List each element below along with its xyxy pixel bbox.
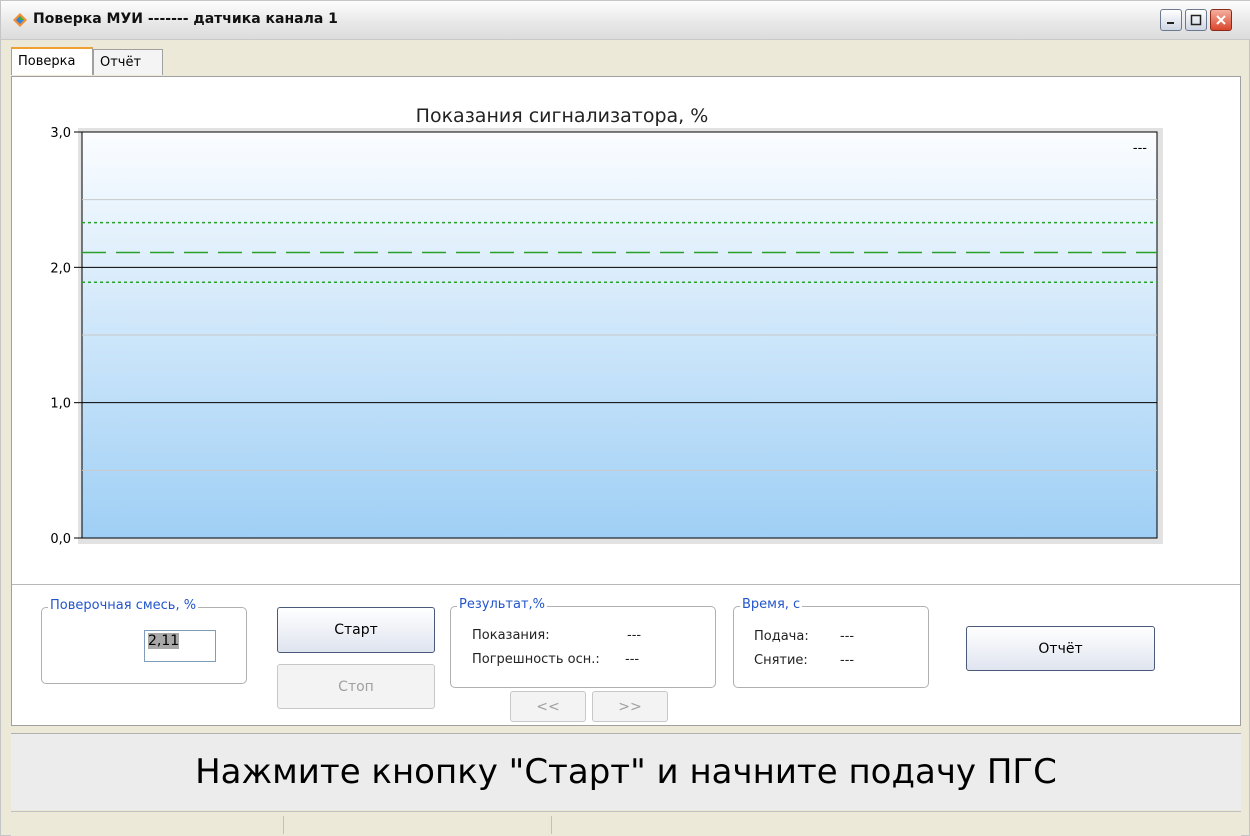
result-group-legend: Результат,% [457,597,548,612]
readings-chart: 3,0 2,0 1,0 0,0 --- [50,126,1163,547]
readings-value: --- [627,628,642,643]
close-icon [1216,15,1226,25]
time-group-legend: Время, с [740,597,803,612]
mix-group: Поверочная смесь, % 2,11 [41,598,247,684]
start-button[interactable]: Старт [277,607,435,653]
mix-value-text: 2,11 [148,633,180,649]
next-button[interactable]: >> [592,691,668,722]
close-button[interactable] [1210,9,1232,31]
title-bar[interactable]: Поверка МУИ ------- датчика канала 1 [1,1,1250,40]
window-title: Поверка МУИ ------- датчика канала 1 [33,11,338,27]
readings-label: Показания: [472,628,550,643]
tab-report[interactable]: Отчёт [93,49,163,75]
verification-panel: Показания сигнализатора, % 3,0 2,0 1,0 0,0-… [11,76,1241,726]
mix-value-input[interactable]: 2,11 [144,630,216,662]
app-icon [13,13,27,27]
removal-value: --- [840,653,855,668]
error-value: --- [625,652,640,667]
y-tick-label: 3,0 [50,126,71,141]
prev-button[interactable]: << [510,691,586,722]
status-bar [11,811,1241,836]
time-group: Время, с Подача: --- Снятие: --- [733,597,929,688]
instruction-message: Нажмите кнопку "Старт" и начните подачу … [11,733,1241,810]
mix-group-legend: Поверочная смесь, % [48,598,199,613]
removal-label: Снятие: [754,653,808,668]
maximize-icon [1190,14,1202,26]
divider [12,584,1240,585]
status-bar-separator [283,816,284,834]
minimize-icon [1167,22,1174,24]
chart-legend: --- [1133,141,1147,156]
report-button[interactable]: Отчёт [966,626,1155,671]
status-bar-separator [551,816,552,834]
stop-button[interactable]: Стоп [277,664,435,709]
maximize-button[interactable] [1185,9,1207,31]
result-group: Результат,% Показания: --- Погрешность о… [450,597,716,688]
minimize-button[interactable] [1160,9,1182,31]
error-label: Погрешность осн.: [472,652,600,667]
y-tick-label: 1,0 [50,397,71,412]
y-tick-label: 0,0 [50,532,71,547]
y-tick-label: 2,0 [50,261,71,276]
app-window: Поверка МУИ ------- датчика канала 1 Пов… [0,0,1250,836]
supply-value: --- [840,629,855,644]
tab-verification[interactable]: Поверка [11,47,93,75]
supply-label: Подача: [754,629,809,644]
